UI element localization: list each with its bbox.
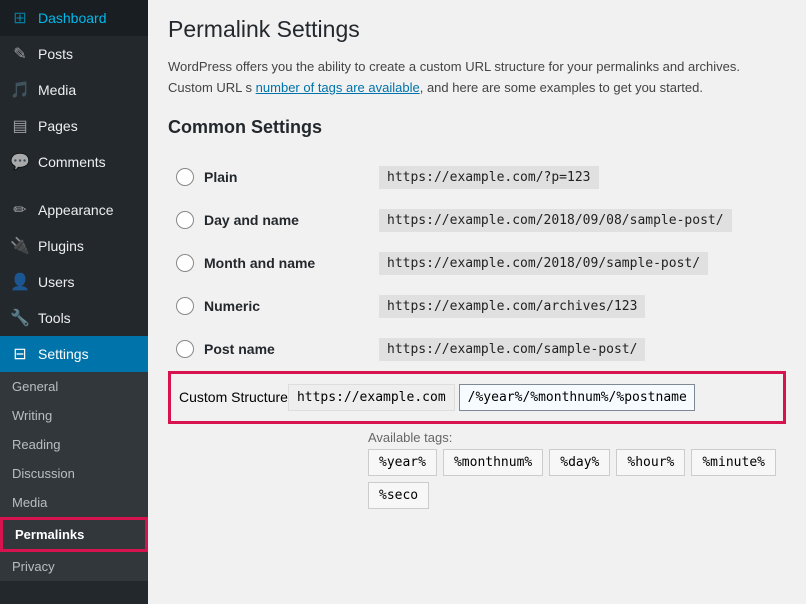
option-label: Post name bbox=[204, 341, 379, 357]
media-icon: 🎵 bbox=[10, 80, 30, 100]
option-value: https://example.com/2018/09/08/sample-po… bbox=[379, 209, 732, 232]
custom-structure-input[interactable] bbox=[459, 384, 695, 411]
sidebar-item-label: Users bbox=[38, 274, 75, 290]
intro-post: , and here are some examples to get you … bbox=[420, 80, 703, 95]
tag-second[interactable]: %seco bbox=[368, 482, 429, 509]
sidebar-item-media[interactable]: 🎵 Media bbox=[0, 72, 148, 108]
option-label: Plain bbox=[204, 169, 379, 185]
option-day-and-name[interactable]: Day and name https://example.com/2018/09… bbox=[168, 199, 786, 242]
option-post-name[interactable]: Post name https://example.com/sample-pos… bbox=[168, 328, 786, 371]
section-heading: Common Settings bbox=[168, 117, 786, 138]
tag-monthnum[interactable]: %monthnum% bbox=[443, 449, 543, 476]
sidebar-item-users[interactable]: 👤 Users bbox=[0, 264, 148, 300]
sidebar-item-comments[interactable]: 💬 Comments bbox=[0, 144, 148, 180]
wrench-icon: 🔧 bbox=[10, 308, 30, 328]
sidebar-item-label: Settings bbox=[38, 346, 89, 362]
sidebar-item-settings[interactable]: ⊟ Settings bbox=[0, 336, 148, 372]
option-month-and-name[interactable]: Month and name https://example.com/2018/… bbox=[168, 242, 786, 285]
option-label: Numeric bbox=[204, 298, 379, 314]
tags-available-link[interactable]: number of tags are available bbox=[256, 80, 420, 95]
sidebar-sub-reading[interactable]: Reading bbox=[0, 430, 148, 459]
sidebar-sub-privacy[interactable]: Privacy bbox=[0, 552, 148, 581]
sidebar-item-label: Pages bbox=[38, 118, 78, 134]
sidebar-sub-writing[interactable]: Writing bbox=[0, 401, 148, 430]
sidebar-item-posts[interactable]: ✎ Posts bbox=[0, 36, 148, 72]
sidebar-sub-media[interactable]: Media bbox=[0, 488, 148, 517]
available-tags: %year% %monthnum% %day% %hour% %minute% … bbox=[368, 449, 786, 509]
radio-numeric[interactable] bbox=[176, 297, 194, 315]
sidebar-item-dashboard[interactable]: ⊞ Dashboard bbox=[0, 0, 148, 36]
comments-icon: 💬 bbox=[10, 152, 30, 172]
available-tags-label: Available tags: bbox=[368, 430, 786, 445]
admin-sidebar: ⊞ Dashboard ✎ Posts 🎵 Media ▤ Pages 💬 Comment… bbox=[0, 0, 148, 604]
sidebar-item-label: Plugins bbox=[38, 238, 84, 254]
tag-hour[interactable]: %hour% bbox=[616, 449, 685, 476]
option-numeric[interactable]: Numeric https://example.com/archives/123 bbox=[168, 285, 786, 328]
sidebar-sub-general[interactable]: General bbox=[0, 372, 148, 401]
option-value: https://example.com/archives/123 bbox=[379, 295, 645, 318]
brush-icon: ✏ bbox=[10, 200, 30, 220]
sidebar-item-label: Media bbox=[38, 82, 76, 98]
tag-day[interactable]: %day% bbox=[549, 449, 610, 476]
radio-day-name[interactable] bbox=[176, 211, 194, 229]
plug-icon: 🔌 bbox=[10, 236, 30, 256]
option-label: Month and name bbox=[204, 255, 379, 271]
sidebar-item-appearance[interactable]: ✏ Appearance bbox=[0, 192, 148, 228]
option-label: Day and name bbox=[204, 212, 379, 228]
main-content: Permalink Settings WordPress offers you … bbox=[148, 0, 806, 604]
sidebar-sub-discussion[interactable]: Discussion bbox=[0, 459, 148, 488]
user-icon: 👤 bbox=[10, 272, 30, 292]
tag-minute[interactable]: %minute% bbox=[691, 449, 776, 476]
sliders-icon: ⊟ bbox=[10, 344, 30, 364]
option-plain[interactable]: Plain https://example.com/?p=123 bbox=[168, 156, 786, 199]
option-label: Custom Structure bbox=[179, 389, 288, 405]
option-value: https://example.com/2018/09/sample-post/ bbox=[379, 252, 708, 275]
sidebar-item-label: Dashboard bbox=[38, 10, 107, 26]
radio-post-name[interactable] bbox=[176, 340, 194, 358]
custom-prefix: https://example.com bbox=[288, 384, 455, 411]
sidebar-item-pages[interactable]: ▤ Pages bbox=[0, 108, 148, 144]
dashboard-icon: ⊞ bbox=[10, 8, 30, 28]
sidebar-item-label: Comments bbox=[38, 154, 106, 170]
tag-year[interactable]: %year% bbox=[368, 449, 437, 476]
sidebar-item-plugins[interactable]: 🔌 Plugins bbox=[0, 228, 148, 264]
option-value: https://example.com/?p=123 bbox=[379, 166, 599, 189]
radio-plain[interactable] bbox=[176, 168, 194, 186]
pin-icon: ✎ bbox=[10, 44, 30, 64]
sidebar-item-label: Tools bbox=[38, 310, 71, 326]
option-value: https://example.com/sample-post/ bbox=[379, 338, 645, 361]
intro-text: WordPress offers you the ability to crea… bbox=[168, 57, 786, 99]
radio-month-name[interactable] bbox=[176, 254, 194, 272]
sidebar-item-label: Posts bbox=[38, 46, 73, 62]
sidebar-item-label: Appearance bbox=[38, 202, 114, 218]
sidebar-sub-permalinks[interactable]: Permalinks bbox=[0, 517, 148, 552]
page-title: Permalink Settings bbox=[168, 16, 786, 43]
pages-icon: ▤ bbox=[10, 116, 30, 136]
option-custom-structure[interactable]: Custom Structure https://example.com bbox=[168, 371, 786, 424]
sidebar-item-tools[interactable]: 🔧 Tools bbox=[0, 300, 148, 336]
